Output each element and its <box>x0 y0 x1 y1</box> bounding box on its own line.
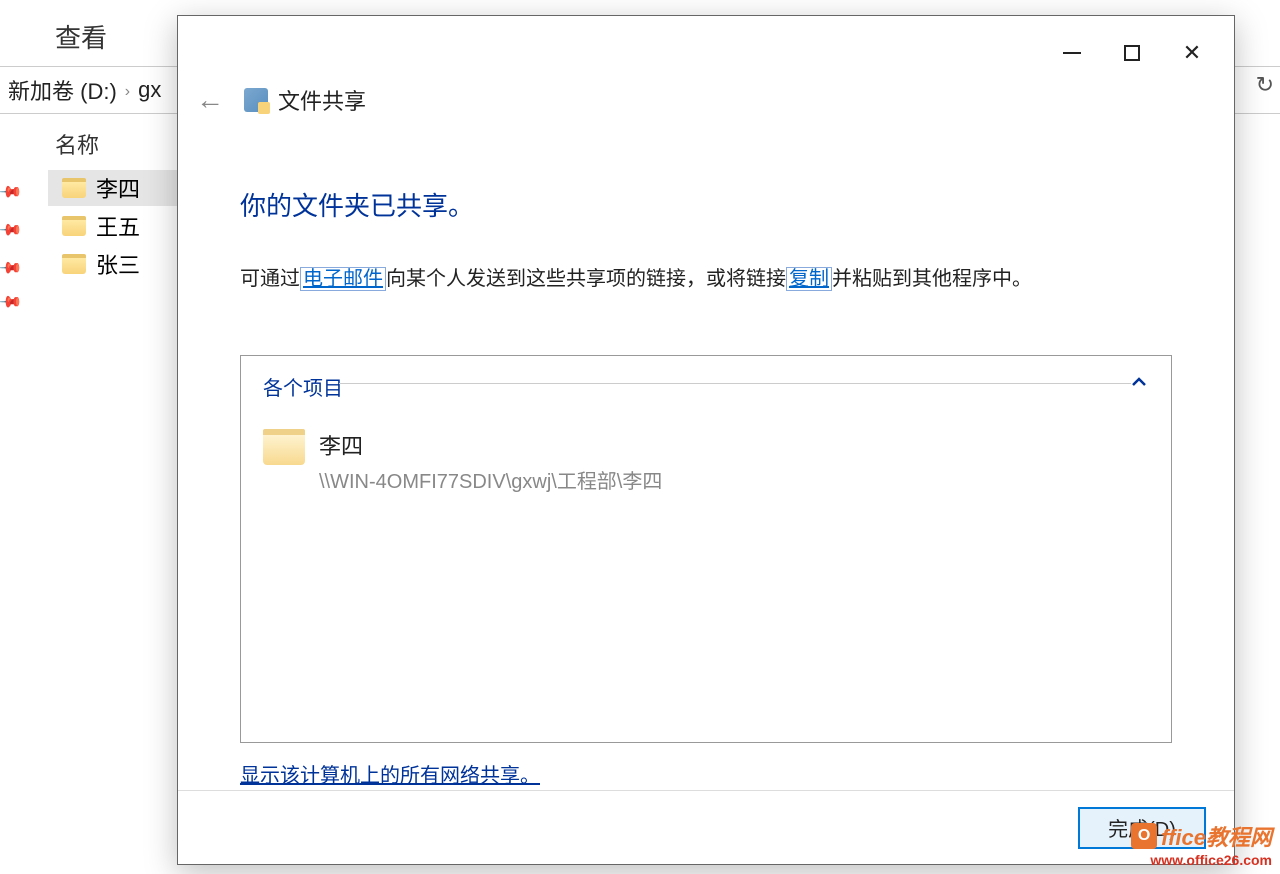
folder-name: 王五 <box>96 210 140 242</box>
folder-icon <box>263 429 305 465</box>
minimize-button[interactable] <box>1042 38 1102 68</box>
shared-item-path: \\WIN-4OMFI77SDIV\gxwj\工程部\李四 <box>319 465 662 494</box>
path-segment-drive[interactable]: 新加卷 (D:) <box>8 74 117 106</box>
divider <box>339 383 1131 384</box>
main-heading: 你的文件夹已共享。 <box>240 186 1234 223</box>
watermark-brand: ffice教程网 <box>1161 820 1272 852</box>
folder-icon <box>62 178 86 198</box>
folder-name: 张三 <box>96 248 140 280</box>
watermark-logo-icon: O <box>1131 823 1157 849</box>
folder-icon <box>62 254 86 274</box>
dialog-footer: 完成(D) <box>178 790 1234 864</box>
file-share-icon <box>244 88 268 112</box>
chevron-up-icon[interactable] <box>1131 374 1147 390</box>
folder-icon <box>62 216 86 236</box>
dialog-header: ← 文件共享 <box>178 66 1234 116</box>
pin-icon: 📌 <box>0 288 24 316</box>
items-header: 各个项目 <box>263 372 1149 401</box>
watermark-url: www.office26.com <box>1131 852 1272 868</box>
file-sharing-dialog: ✕ ← 文件共享 你的文件夹已共享。 可通过电子邮件向某个人发送到这些共享项的链… <box>177 15 1235 865</box>
copy-link[interactable]: 复制 <box>786 267 832 291</box>
shared-items-box: 各个项目 李四 \\WIN-4OMFI77SDIV\gxwj\工程部\李四 <box>240 355 1172 743</box>
email-link[interactable]: 电子邮件 <box>300 267 386 291</box>
column-header-name[interactable]: 名称 <box>55 128 99 160</box>
ribbon-tab-view[interactable]: 查看 <box>55 18 107 55</box>
folder-name: 李四 <box>96 172 140 204</box>
close-button[interactable]: ✕ <box>1162 38 1222 68</box>
path-separator-icon: › <box>125 83 130 101</box>
shared-item-name: 李四 <box>319 429 662 461</box>
watermark: O ffice教程网 www.office26.com <box>1131 820 1272 868</box>
pin-icon: 📌 <box>0 178 24 206</box>
description-text: 可通过电子邮件向某个人发送到这些共享项的链接，或将链接复制并粘贴到其他程序中。 <box>240 263 1234 295</box>
show-all-shares-link[interactable]: 显示该计算机上的所有网络共享。 <box>240 759 1234 788</box>
path-segment-folder[interactable]: gx <box>138 77 161 103</box>
refresh-icon[interactable]: ↻ <box>1256 72 1274 98</box>
dialog-title: 文件共享 <box>278 84 366 116</box>
maximize-button[interactable] <box>1102 38 1162 68</box>
shared-item-row[interactable]: 李四 \\WIN-4OMFI77SDIV\gxwj\工程部\李四 <box>263 429 1149 494</box>
back-arrow-icon[interactable]: ← <box>196 84 224 116</box>
title-bar: ✕ <box>178 16 1234 66</box>
